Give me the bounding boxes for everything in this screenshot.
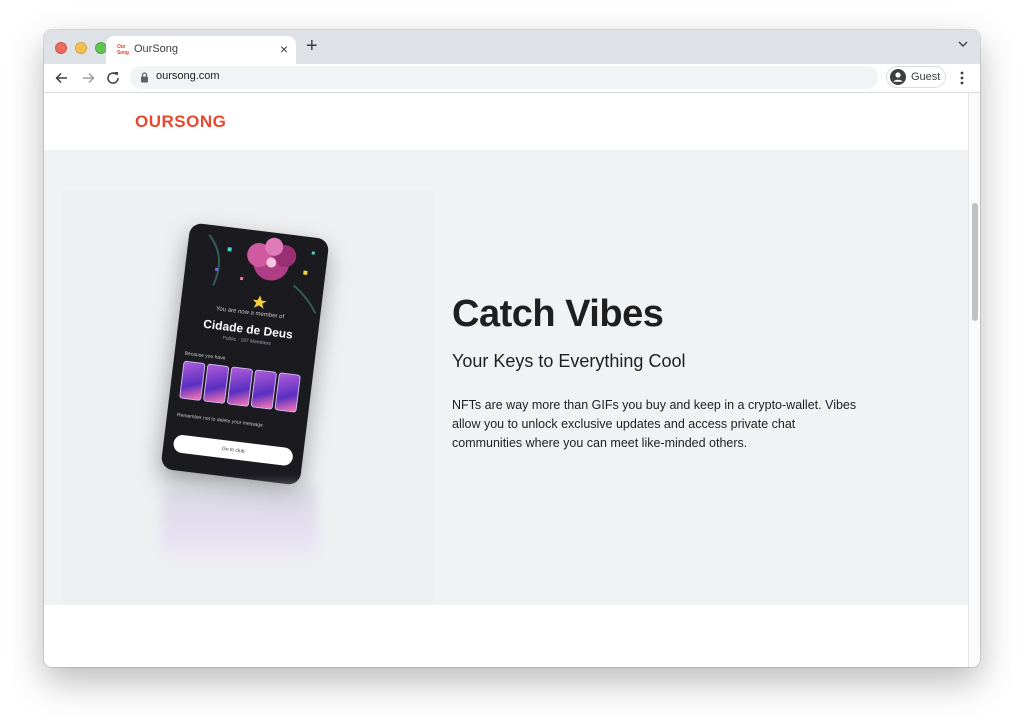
browser-window: Our Song OurSong × + oursong.com Guest O… <box>44 30 980 667</box>
minimize-window-button[interactable] <box>75 42 87 54</box>
hero-section: You are now a member of Cidade de Deus P… <box>44 150 968 605</box>
go-to-club-button: Go to club <box>172 434 294 467</box>
forward-arrow-icon[interactable] <box>79 69 97 87</box>
nft-card <box>179 360 206 401</box>
hero-headline: Catch Vibes <box>452 293 664 335</box>
lock-icon <box>141 72 148 83</box>
scrollbar-thumb[interactable] <box>972 203 978 321</box>
tab-bar: Our Song OurSong × + <box>44 30 980 64</box>
tab-oursong[interactable]: Our Song OurSong × <box>106 36 296 64</box>
address-bar[interactable]: oursong.com <box>130 66 878 89</box>
reload-icon[interactable] <box>104 69 122 87</box>
avatar-icon <box>890 69 906 85</box>
browser-toolbar: oursong.com Guest <box>44 64 980 93</box>
more-menu-icon[interactable] <box>956 70 968 86</box>
phone-mockup: You are now a member of Cidade de Deus P… <box>160 222 330 486</box>
oursong-logo[interactable]: OURSONG <box>135 112 226 132</box>
close-window-button[interactable] <box>55 42 67 54</box>
nft-card <box>226 366 254 407</box>
tab-title: OurSong <box>134 43 179 55</box>
page-viewport: OURSONG You are now a member of Cidade d… <box>44 93 980 667</box>
back-arrow-icon[interactable] <box>53 69 71 87</box>
oursong-favicon-icon: Our Song <box>117 44 129 56</box>
page-scrollbar[interactable] <box>968 93 980 667</box>
tab-close-icon[interactable]: × <box>280 41 288 57</box>
nft-card <box>250 369 278 410</box>
profile-label: Guest <box>911 71 941 83</box>
nft-card-row <box>179 360 313 417</box>
profile-button[interactable]: Guest <box>886 66 946 88</box>
tab-search-chevron-down-icon[interactable] <box>958 39 968 49</box>
new-tab-button[interactable]: + <box>306 35 318 57</box>
nft-card <box>274 372 301 413</box>
nft-card <box>202 363 230 404</box>
because-text: Because you have <box>184 350 226 362</box>
phone-reflection <box>162 485 317 565</box>
site-header: OURSONG <box>44 93 968 150</box>
hero-body: NFTs are way more than GIFs you buy and … <box>452 398 857 450</box>
reminder-text: Remember not to delete your message <box>176 412 264 429</box>
hero-subhead: Your Keys to Everything Cool <box>452 351 686 371</box>
url-text: oursong.com <box>156 70 220 82</box>
